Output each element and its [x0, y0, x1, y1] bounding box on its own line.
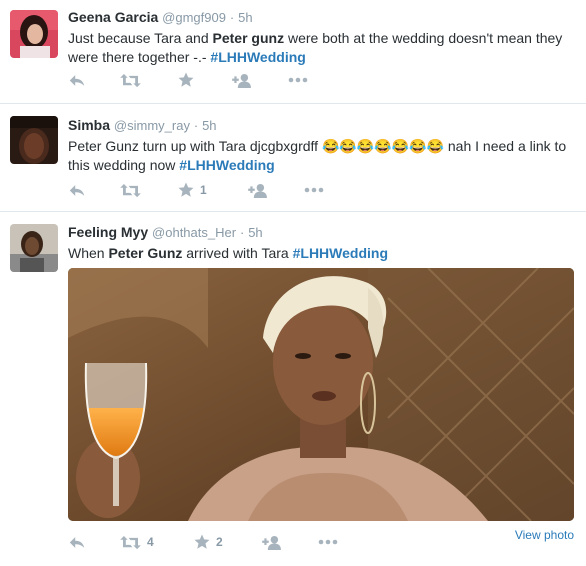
- bold-mention: Peter gunz: [212, 30, 285, 46]
- tweet[interactable]: Feeling Myy @ohthats_Her · 5h When Peter…: [0, 212, 586, 566]
- retweet-count: 4: [147, 535, 154, 549]
- follow-button[interactable]: [248, 180, 269, 200]
- text-segment: Just because Tara and: [68, 30, 213, 46]
- follow-icon: [262, 535, 283, 550]
- retweet-icon: [120, 73, 141, 88]
- timestamp[interactable]: 5h: [238, 10, 252, 25]
- tweet-header: Feeling Myy @ohthats_Her · 5h: [68, 223, 576, 242]
- avatar[interactable]: [10, 116, 58, 164]
- retweet-button[interactable]: [120, 180, 141, 200]
- display-name[interactable]: Geena Garcia: [68, 9, 158, 25]
- more-icon: [304, 187, 324, 193]
- more-icon: [318, 539, 338, 545]
- star-icon: [194, 534, 210, 550]
- avatar[interactable]: [10, 10, 58, 58]
- username[interactable]: @gmgf909: [162, 10, 226, 25]
- timestamp[interactable]: 5h: [248, 225, 262, 240]
- username[interactable]: @ohthats_Her: [152, 225, 236, 240]
- favorite-count: 1: [200, 183, 207, 197]
- tweet-text: Peter Gunz turn up with Tara djcgbxgrdff…: [68, 137, 576, 175]
- reply-button[interactable]: [68, 70, 86, 90]
- favorite-button[interactable]: 2: [194, 532, 223, 552]
- more-button[interactable]: [318, 532, 338, 552]
- follow-button[interactable]: [262, 532, 283, 552]
- retweet-icon: [120, 183, 141, 198]
- favorite-button[interactable]: 1: [178, 180, 207, 200]
- retweet-icon: [120, 535, 141, 550]
- follow-icon: [248, 183, 269, 198]
- reply-icon: [68, 535, 86, 550]
- more-button[interactable]: [304, 180, 324, 200]
- tweet[interactable]: Geena Garcia @gmgf909 · 5h Just because …: [0, 0, 586, 104]
- follow-icon: [232, 73, 253, 88]
- star-icon: [178, 72, 194, 88]
- tweet-header: Simba @simmy_ray · 5h: [68, 116, 576, 135]
- avatar[interactable]: [10, 224, 58, 272]
- emoji-string: 😂😂😂😂😂😂😂: [321, 138, 444, 154]
- tweet-header: Geena Garcia @gmgf909 · 5h: [68, 8, 576, 27]
- separator: ·: [229, 10, 235, 25]
- text-segment: When: [68, 245, 109, 261]
- display-name[interactable]: Feeling Myy: [68, 224, 148, 240]
- favorite-count: 2: [216, 535, 223, 549]
- reply-icon: [68, 73, 86, 88]
- retweet-button[interactable]: 4: [120, 532, 154, 552]
- tweet-photo[interactable]: [68, 268, 574, 521]
- more-icon: [288, 77, 308, 83]
- text-segment: Peter Gunz turn up with Tara djcgbxgrdff: [68, 138, 322, 154]
- timestamp[interactable]: 5h: [202, 118, 216, 133]
- reply-button[interactable]: [68, 180, 86, 200]
- tweet-text: When Peter Gunz arrived with Tara #LHHWe…: [68, 244, 576, 263]
- favorite-button[interactable]: [178, 70, 194, 90]
- tweet-text: Just because Tara and Peter gunz were bo…: [68, 29, 576, 67]
- text-segment: arrived with Tara: [182, 245, 293, 261]
- separator: ·: [239, 225, 245, 240]
- tweet[interactable]: Simba @simmy_ray · 5h Peter Gunz turn up…: [0, 104, 586, 212]
- hashtag-link[interactable]: #LHHWedding: [210, 49, 305, 65]
- reply-icon: [68, 183, 86, 198]
- retweet-button[interactable]: [120, 70, 141, 90]
- display-name[interactable]: Simba: [68, 117, 110, 133]
- hashtag-link[interactable]: #LHHWedding: [179, 157, 274, 173]
- star-icon: [178, 182, 194, 198]
- follow-button[interactable]: [232, 70, 253, 90]
- separator: ·: [193, 118, 199, 133]
- hashtag-link[interactable]: #LHHWedding: [293, 245, 388, 261]
- bold-mention: Peter Gunz: [108, 245, 183, 261]
- view-photo-link[interactable]: View photo: [515, 528, 574, 542]
- more-button[interactable]: [288, 70, 308, 90]
- username[interactable]: @simmy_ray: [114, 118, 190, 133]
- reply-button[interactable]: [68, 532, 86, 552]
